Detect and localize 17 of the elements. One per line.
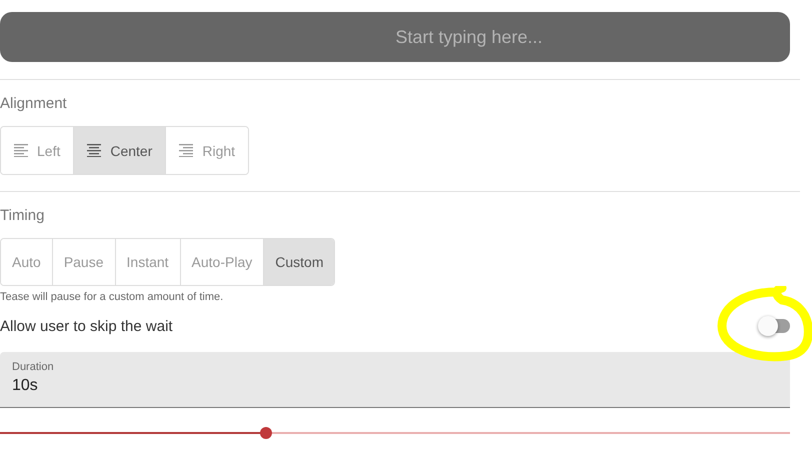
alignment-option[interactable]: Right — [165, 127, 248, 174]
section-label: Alignment — [0, 95, 68, 112]
align-right-icon — [179, 144, 194, 157]
alignment-option[interactable]: Center — [73, 127, 166, 174]
search-field[interactable]: Start typing here... — [0, 12, 790, 62]
slider-thumb[interactable] — [260, 427, 272, 439]
duration-field[interactable]: Duration 10s — [0, 352, 790, 408]
align-left-icon — [14, 144, 28, 157]
helper-text: Tease will pause for a custom amount of time. — [0, 291, 224, 303]
field-label: Duration — [12, 361, 55, 373]
toggle-label: Allow user to skip the wait — [0, 318, 173, 334]
field-value[interactable]: 10s — [12, 377, 112, 395]
section-label: Timing — [0, 207, 46, 224]
toggle-switch[interactable] — [758, 316, 792, 336]
duration-slider[interactable] — [0, 427, 790, 439]
align-center-icon — [87, 144, 102, 157]
timing-option[interactable]: Custom — [263, 239, 334, 285]
